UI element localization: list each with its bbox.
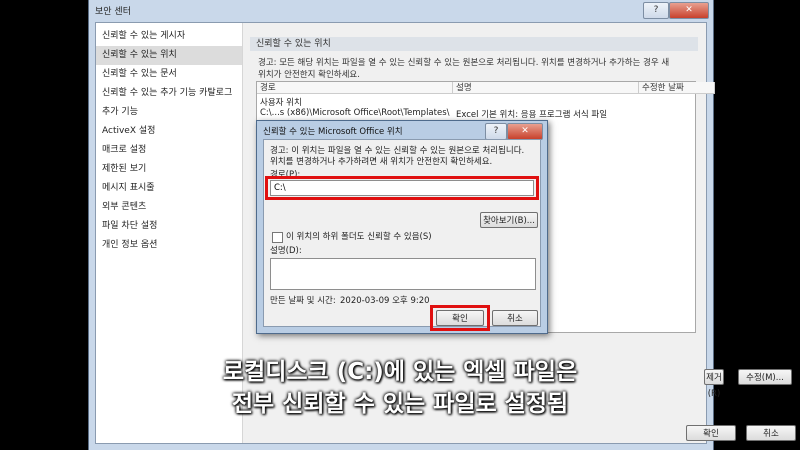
footer-cancel-button[interactable]: 취소	[746, 425, 796, 441]
dialog-title: 신뢰할 수 있는 Microsoft Office 위치	[263, 127, 403, 137]
help-button[interactable]: ?	[643, 2, 669, 19]
date-value: 2020-03-09 오후 9:20	[340, 296, 430, 306]
nav-item-trusted-locations[interactable]: 신뢰할 수 있는 위치	[96, 46, 242, 65]
nav-item-privacy-options[interactable]: 개인 정보 옵션	[96, 236, 242, 255]
caption-line-2: 전부 신뢰할 수 있는 파일로 설정됨	[231, 391, 569, 417]
trusted-location-dialog: 신뢰할 수 있는 Microsoft Office 위치 ? ✕ 경고: 이 위…	[256, 120, 548, 334]
nav-item-message-bar[interactable]: 메시지 표시줄	[96, 179, 242, 198]
dialog-close-button[interactable]: ✕	[507, 123, 543, 140]
col-header-date[interactable]: 수정한 날짜	[639, 82, 715, 94]
nav-item-external-content[interactable]: 외부 콘텐츠	[96, 198, 242, 217]
nav-item-protected-view[interactable]: 제한된 보기	[96, 160, 242, 179]
subfolder-checkbox[interactable]	[272, 232, 283, 243]
title-bar: 보안 센터 ? ✕	[89, 0, 713, 20]
description-input[interactable]	[270, 258, 536, 290]
nav-item-trusted-addin-catalogs[interactable]: 신뢰할 수 있는 추가 기능 카탈로그	[96, 84, 242, 103]
path-highlight-box	[265, 176, 539, 200]
browse-button[interactable]: 찾아보기(B)...	[480, 212, 538, 228]
nav-item-trusted-documents[interactable]: 신뢰할 수 있는 문서	[96, 65, 242, 84]
subfolder-label[interactable]: 이 위치의 하위 폴더도 신뢰할 수 있음(S)	[286, 232, 432, 243]
footer-ok-button[interactable]: 확인	[686, 425, 736, 441]
dialog-cancel-button[interactable]: 취소	[492, 310, 538, 326]
nav-item-trusted-publishers[interactable]: 신뢰할 수 있는 게시자	[96, 27, 242, 46]
caption-line-1: 로컬디스크 (C:)에 있는 엑셀 파일은	[222, 359, 578, 385]
ok-highlight-box	[430, 305, 490, 331]
section-title: 신뢰할 수 있는 위치	[250, 37, 698, 51]
table-row-path[interactable]: C:\...s (x86)\Microsoft Office\Root\Temp…	[260, 108, 450, 118]
dialog-warning-line-1: 경고: 이 위치는 파일을 열 수 있는 신뢰할 수 있는 원본으로 처리됩니다…	[270, 146, 525, 156]
dialog-warning-line-2: 위치를 변경하거나 추가하려면 새 위치가 안전한지 확인하세요.	[270, 157, 493, 167]
dialog-help-button[interactable]: ?	[485, 123, 507, 140]
nav-item-macro-settings[interactable]: 매크로 설정	[96, 141, 242, 160]
table-group-user-locations: 사용자 위치	[260, 98, 302, 108]
warning-line-2: 위치가 안전한지 확인하세요.	[258, 70, 360, 80]
nav-item-activex-settings[interactable]: ActiveX 설정	[96, 122, 242, 141]
nav-item-file-block-settings[interactable]: 파일 차단 설정	[96, 217, 242, 236]
col-header-description[interactable]: 설명	[453, 82, 639, 94]
close-button[interactable]: ✕	[669, 2, 709, 19]
date-label: 만든 날짜 및 시간:	[270, 296, 336, 306]
section-warning: 경고: 모든 해당 위치는 파일을 열 수 있는 신뢰할 수 있는 원본으로 처…	[258, 57, 686, 81]
warning-line-1: 경고: 모든 해당 위치는 파일을 열 수 있는 신뢰할 수 있는 원본으로 처…	[258, 58, 670, 68]
window-title: 보안 센터	[95, 7, 131, 17]
dialog-body: 경고: 이 위치는 파일을 열 수 있는 신뢰할 수 있는 원본으로 처리됩니다…	[263, 139, 541, 331]
dialog-warning: 경고: 이 위치는 파일을 열 수 있는 신뢰할 수 있는 원본으로 처리됩니다…	[270, 146, 524, 168]
col-header-path[interactable]: 경로	[257, 82, 453, 94]
description-label: 설명(D):	[270, 246, 302, 256]
table-row-description[interactable]: Excel 기본 위치: 응용 프로그램 서식 파일	[456, 108, 607, 120]
nav-item-addins[interactable]: 추가 기능	[96, 103, 242, 122]
